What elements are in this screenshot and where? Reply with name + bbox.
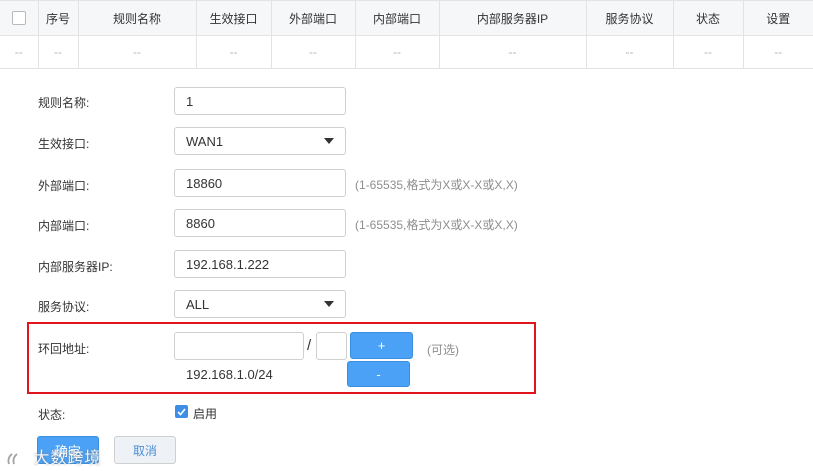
table-cell: -- <box>271 35 356 69</box>
rules-table: 序号 规则名称 生效接口 外部端口 内部端口 内部服务器IP 服务协议 状态 设… <box>0 0 813 69</box>
protocol-select[interactable]: ALL <box>174 290 346 318</box>
server-ip-label: 内部服务器IP: <box>38 260 113 274</box>
minus-icon: - <box>376 366 381 382</box>
cancel-label: 取消 <box>132 443 157 458</box>
select-all-checkbox[interactable] <box>0 0 39 36</box>
table-cell: -- <box>196 35 272 69</box>
internal-port-input[interactable] <box>174 209 346 237</box>
interface-value: WAN1 <box>186 133 224 149</box>
remove-loopback-button[interactable]: - <box>347 361 410 387</box>
protocol-value: ALL <box>186 296 210 312</box>
loopback-entry: 192.168.1.0/24 <box>186 367 273 382</box>
loopback-mask-input[interactable] <box>316 332 347 360</box>
table-cell: -- <box>0 35 39 69</box>
external-port-input[interactable] <box>174 169 346 197</box>
table-cell: -- <box>439 35 587 69</box>
loopback-slash: / <box>307 337 312 354</box>
cancel-button[interactable]: 取消 <box>114 436 176 464</box>
status-label: 状态: <box>38 408 66 422</box>
external-port-hint: (1-65535,格式为X或X-X或X,X) <box>355 178 518 192</box>
watermark: 大数跨境 <box>6 444 101 468</box>
add-loopback-button[interactable]: + <box>350 332 413 359</box>
interface-select[interactable]: WAN1 <box>174 127 346 155</box>
enable-checkbox[interactable] <box>175 405 188 418</box>
internal-port-hint: (1-65535,格式为X或X-X或X,X) <box>355 218 518 232</box>
watermark-logo-icon <box>7 453 18 465</box>
table-cell: -- <box>743 35 813 69</box>
table-cell: -- <box>673 35 744 69</box>
chevron-down-icon <box>324 301 334 307</box>
internal-port-label: 内部端口: <box>38 219 90 233</box>
chevron-down-icon <box>324 138 334 144</box>
loopback-ip-input[interactable] <box>174 332 304 360</box>
interface-label: 生效接口: <box>38 137 90 151</box>
external-port-label: 外部端口: <box>38 179 90 193</box>
server-ip-input[interactable] <box>174 250 346 278</box>
loopback-optional-hint: (可选) <box>427 343 459 357</box>
col-settings: 设置 <box>743 0 813 36</box>
enable-label: 启用 <box>193 407 218 421</box>
col-internal-port: 内部端口 <box>355 0 440 36</box>
col-index: 序号 <box>38 0 79 36</box>
watermark-text: 大数跨境 <box>33 450 102 467</box>
table-cell: -- <box>38 35 79 69</box>
table-cell: -- <box>78 35 197 69</box>
protocol-label: 服务协议: <box>38 300 90 314</box>
rule-name-label: 规则名称: <box>38 96 90 110</box>
plus-icon: + <box>377 338 386 353</box>
table-cell: -- <box>355 35 440 69</box>
table-header-row: 序号 规则名称 生效接口 外部端口 内部端口 内部服务器IP 服务协议 状态 设… <box>0 0 813 36</box>
table-cell: -- <box>586 35 674 69</box>
col-interface: 生效接口 <box>196 0 272 36</box>
loopback-label: 环回地址: <box>38 342 90 356</box>
col-protocol: 服务协议 <box>586 0 674 36</box>
checkmark-icon <box>177 407 186 416</box>
col-status: 状态 <box>673 0 744 36</box>
table-row: -- -- -- -- -- -- -- -- -- -- <box>0 35 813 69</box>
col-external-port: 外部端口 <box>271 0 356 36</box>
col-rule-name: 规则名称 <box>78 0 197 36</box>
col-server-ip: 内部服务器IP <box>439 0 587 36</box>
rule-name-input[interactable] <box>174 87 346 115</box>
